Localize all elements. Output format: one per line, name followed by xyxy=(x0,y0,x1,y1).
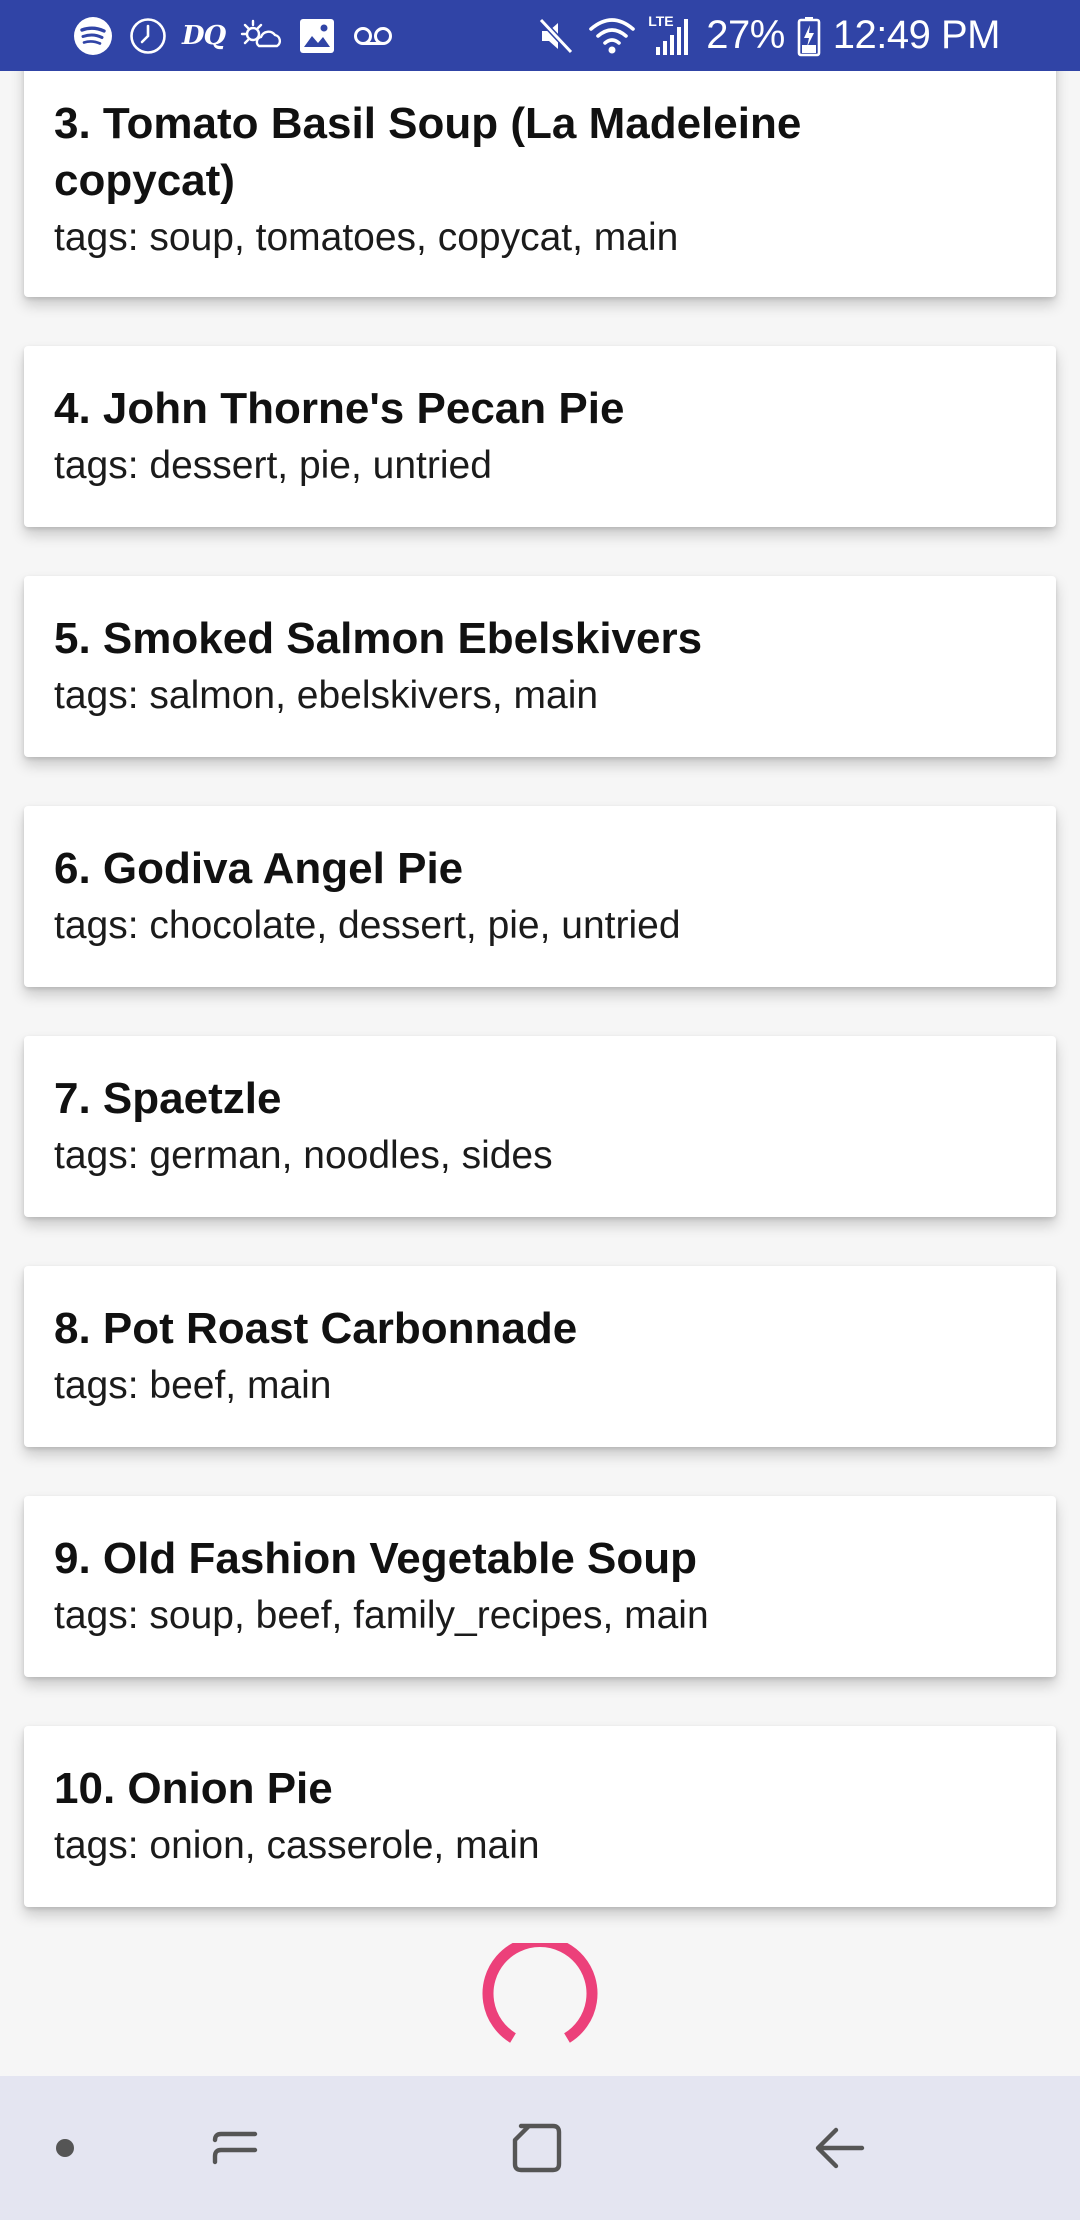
recipe-card[interactable]: 9. Old Fashion Vegetable Soup tags: soup… xyxy=(24,1496,1056,1677)
recipe-list[interactable]: 3. Tomato Basil Soup (La Madeleine copyc… xyxy=(0,0,1080,2076)
recipe-tags: tags: salmon, ebelskivers, main xyxy=(54,674,599,717)
recipe-title: 10. Onion Pie xyxy=(54,1764,333,1813)
spotify-icon xyxy=(74,16,112,55)
system-status: LTE 27% 12:49 PM xyxy=(536,0,1001,71)
recent-apps-icon xyxy=(212,2131,258,2165)
dot-icon xyxy=(56,2139,74,2157)
image-icon xyxy=(300,18,335,53)
recipe-title: 8. Pot Roast Carbonnade xyxy=(54,1304,578,1353)
recent-apps-button[interactable] xyxy=(185,2076,285,2220)
recipe-tags: tags: dessert, pie, untried xyxy=(54,444,492,487)
recipe-card[interactable]: 10. Onion Pie tags: onion, casserole, ma… xyxy=(24,1726,1056,1907)
recipe-tags: tags: soup, tomatoes, copycat, main xyxy=(54,216,679,259)
recipe-title: 3. Tomato Basil Soup (La Madeleine copyc… xyxy=(54,99,802,205)
mute-icon xyxy=(539,17,574,54)
weather-icon xyxy=(241,19,282,47)
recipe-tags: tags: beef, main xyxy=(54,1364,332,1407)
screen: 3. Tomato Basil Soup (La Madeleine copyc… xyxy=(0,0,1080,2220)
recipe-card[interactable]: 8. Pot Roast Carbonnade tags: beef, main xyxy=(24,1266,1056,1447)
home-button[interactable] xyxy=(487,2076,587,2220)
dq-icon: DQ xyxy=(182,20,226,51)
back-icon xyxy=(815,2127,865,2169)
navigation-bar xyxy=(0,2076,1080,2220)
notification-icons: DQ xyxy=(72,0,395,71)
status-bar: DQ LTE 27% 12:49 PM xyxy=(0,0,1080,71)
clock-icon xyxy=(130,17,166,54)
back-button[interactable] xyxy=(790,2076,890,2220)
loading-spinner-icon xyxy=(482,1943,598,2043)
signal-indicator: LTE xyxy=(648,13,694,59)
recipe-title: 9. Old Fashion Vegetable Soup xyxy=(54,1534,698,1583)
recipe-title: 7. Spaetzle xyxy=(54,1074,282,1123)
wifi-icon xyxy=(589,17,636,53)
nav-dot-button[interactable] xyxy=(40,2076,90,2220)
recipe-card[interactable]: 7. Spaetzle tags: german, noodles, sides xyxy=(24,1036,1056,1217)
recipe-tags: tags: soup, beef, family_recipes, main xyxy=(54,1594,709,1637)
recipe-tags: tags: chocolate, dessert, pie, untried xyxy=(54,904,681,947)
voicemail-icon xyxy=(354,26,393,45)
recipe-title: 4. John Thorne's Pecan Pie xyxy=(54,384,625,433)
recipe-card[interactable]: 6. Godiva Angel Pie tags: chocolate, des… xyxy=(24,806,1056,987)
recipe-tags: tags: german, noodles, sides xyxy=(54,1134,553,1177)
recipe-title: 6. Godiva Angel Pie xyxy=(54,844,464,893)
recipe-card[interactable]: 4. John Thorne's Pecan Pie tags: dessert… xyxy=(24,346,1056,527)
battery-percent: 27% xyxy=(706,13,785,57)
recipe-title: 5. Smoked Salmon Ebelskivers xyxy=(54,614,703,663)
recipe-card[interactable]: 5. Smoked Salmon Ebelskivers tags: salmo… xyxy=(24,576,1056,757)
battery-icon xyxy=(797,16,821,56)
home-icon xyxy=(512,2123,562,2173)
recipe-card[interactable]: 3. Tomato Basil Soup (La Madeleine copyc… xyxy=(24,40,1056,297)
clock-time: 12:49 PM xyxy=(832,13,1001,57)
signal-icon xyxy=(656,18,689,55)
recipe-tags: tags: onion, casserole, main xyxy=(54,1824,540,1867)
